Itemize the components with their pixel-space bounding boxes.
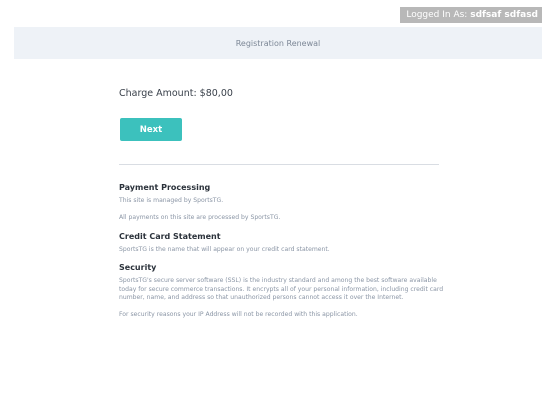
login-username: sdfsaf sdfasd	[470, 10, 538, 20]
page-title: Registration Renewal	[235, 38, 321, 48]
payment-processing-text-1: This site is managed by SportsTG.	[119, 197, 224, 204]
security-heading: Security	[119, 263, 157, 273]
login-label: Logged In As:	[406, 10, 468, 20]
page-title-bar: Registration Renewal	[14, 27, 542, 59]
login-status-bar: Logged In As: sdfsaf sdfasd	[400, 7, 542, 23]
credit-card-statement-text: SportsTG is the name that will appear on…	[119, 245, 330, 253]
credit-card-statement-heading: Credit Card Statement	[119, 231, 221, 241]
charge-amount: Charge Amount: $80,00	[119, 88, 233, 99]
security-text: SportsTG's secure server software (SSL) …	[119, 277, 444, 302]
payment-info: Payment Processing This site is managed …	[119, 183, 444, 329]
payment-processing-heading: Payment Processing	[119, 183, 211, 192]
ip-address-notice: For security reasons your IP Address wil…	[119, 311, 358, 319]
next-button[interactable]: Next	[120, 118, 182, 141]
payment-processing-text-2: All payments on this site are processed …	[119, 214, 281, 222]
divider	[119, 164, 439, 165]
